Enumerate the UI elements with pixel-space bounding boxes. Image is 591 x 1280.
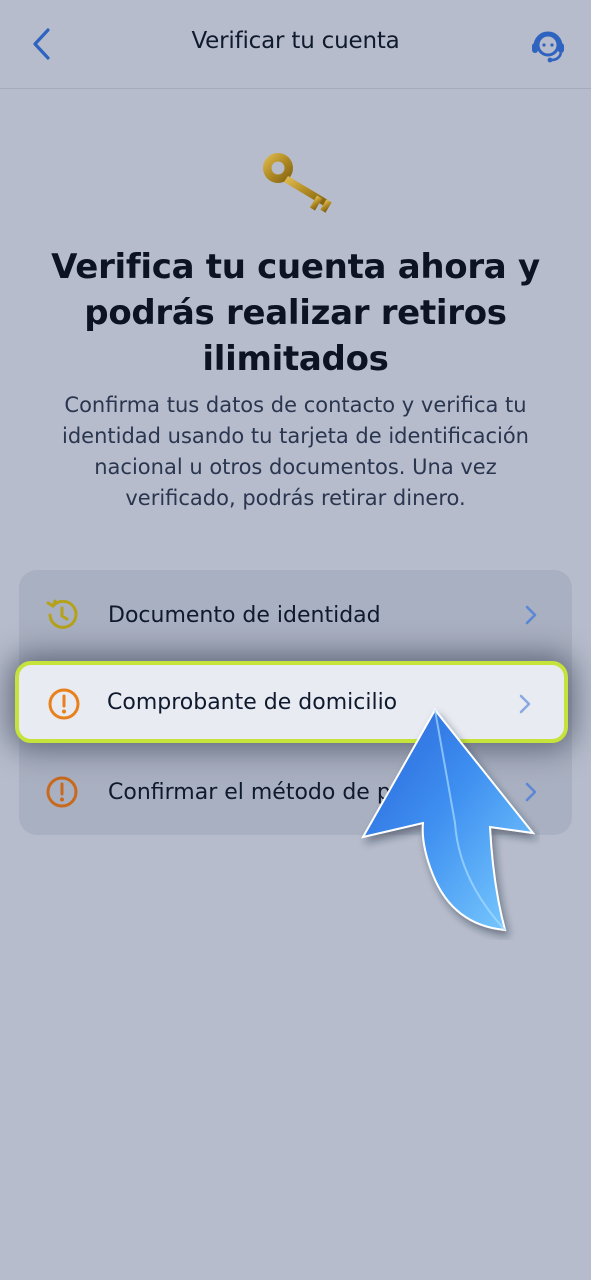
exclamation-circle-icon <box>46 776 78 808</box>
step-identity-document[interactable]: Documento de identidad <box>19 572 572 658</box>
chevron-right-icon <box>525 605 537 625</box>
key-icon <box>263 153 332 213</box>
page-title: Verificar tu cuenta <box>191 28 400 54</box>
support-button[interactable] <box>527 24 569 66</box>
clock-pending-icon <box>46 599 78 629</box>
hero-description: Confirma tus datos de contacto y verific… <box>61 393 529 510</box>
step-label: Documento de identidad <box>108 602 381 628</box>
top-bar: Verificar tu cuenta <box>0 0 591 89</box>
exclamation-circle-icon <box>48 688 80 720</box>
step-label: Comprobante de domicilio <box>107 690 398 715</box>
pointer-arrow-icon <box>361 708 536 932</box>
hero-headline: Verifica tu cuenta ahora y podrás realiz… <box>51 247 540 379</box>
headset-icon <box>532 31 564 63</box>
